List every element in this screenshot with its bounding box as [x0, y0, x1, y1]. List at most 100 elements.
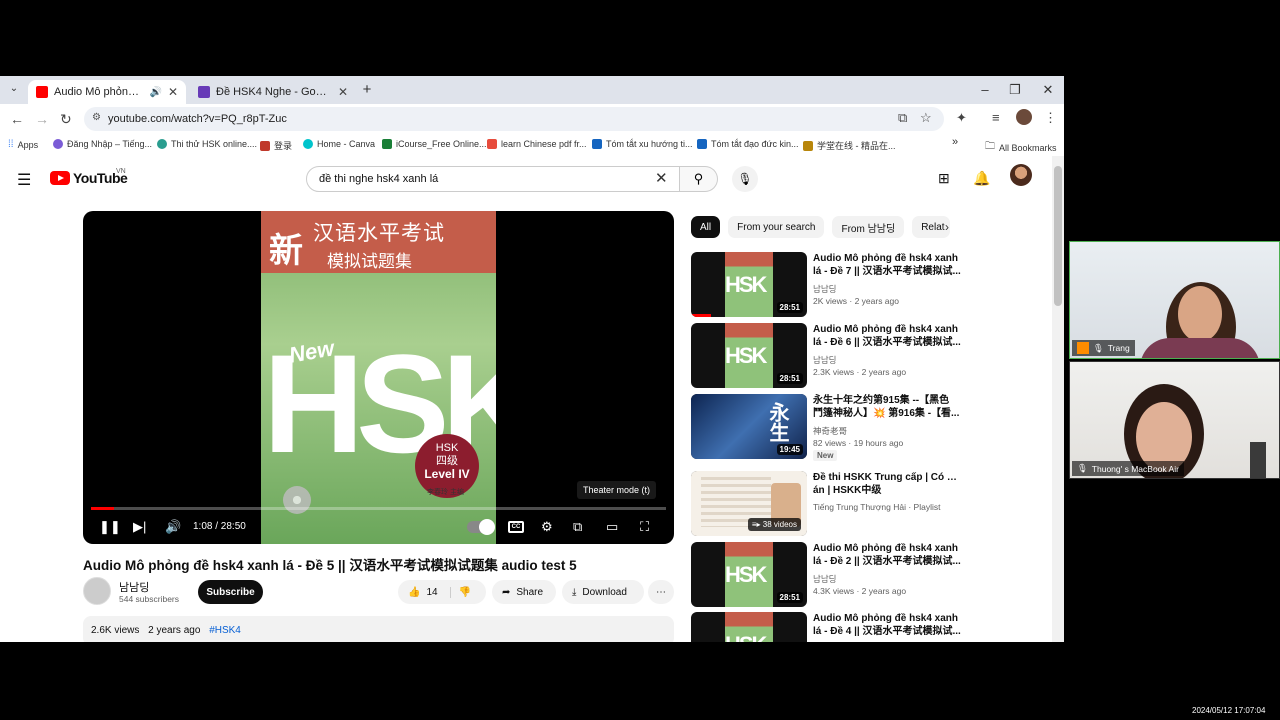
tab-strip: ⌄ Audio Mô phỏng đề hsk4 x 🔊 ✕ Đề HSK4 N… — [0, 76, 1064, 104]
video-title: Audio Mô phỏng đề hsk4 xanh lá - Đề 5 ||… — [83, 558, 577, 573]
close-tab-icon[interactable]: ✕ — [338, 85, 348, 99]
settings-gear-icon[interactable]: ⚙ — [541, 519, 553, 535]
like-icon[interactable]: 👍 — [408, 587, 420, 598]
bookmark-item[interactable]: learn Chinese pdf fr... — [487, 139, 587, 149]
address-bar[interactable]: ⚙ youtube.com/watch?v=PQ_r8pT-Zuc — [84, 107, 944, 131]
recommendation-item[interactable]: 28:51 Audio Mô phỏng đề hsk4 xanhlá - Đề… — [691, 252, 961, 318]
recommendation-title[interactable]: Audio Mô phỏng đề hsk4 xanh lá - Đề 4 || … — [813, 612, 961, 638]
miniplayer-icon[interactable]: ⧉ — [573, 519, 582, 535]
restore-icon[interactable]: ❐ — [1005, 82, 1025, 98]
participant-tile-1[interactable]: 🎙 Trang — [1069, 241, 1280, 359]
recommendation-title[interactable]: Audio Mô phỏng đề hsk4 xanh lá - Đề 6 || … — [813, 323, 961, 349]
bookmark-item[interactable]: 登录 — [260, 139, 292, 152]
bookmark-item[interactable]: Đăng Nhập – Tiếng... — [53, 139, 152, 149]
progress-bar[interactable] — [91, 507, 666, 510]
recommendation-item[interactable]: 28:51 Audio Mô phỏng đề hsk4 xanhlá - Đề… — [691, 542, 961, 608]
recommendation-title[interactable]: Audio Mô phỏng đề hsk4 xanh lá - Đề 2 || … — [813, 542, 961, 568]
recommendation-channel[interactable]: Tiếng Trung Thượng Hải · Playlist — [813, 502, 940, 512]
minimize-icon[interactable]: – — [975, 82, 995, 97]
autoplay-toggle[interactable] — [467, 519, 495, 535]
chip-from-channel[interactable]: From 남남딩 — [832, 216, 905, 238]
chevron-right-icon[interactable]: › — [945, 220, 949, 234]
like-count[interactable]: 14 — [426, 587, 437, 598]
back-icon[interactable]: ← — [10, 111, 24, 127]
bookmark-favicon-icon — [382, 139, 392, 149]
tab-youtube[interactable]: Audio Mô phỏng đề hsk4 x 🔊 ✕ — [28, 80, 186, 104]
new-tab-icon[interactable]: + — [357, 81, 377, 98]
recommendation-channel[interactable]: 남남딩 — [813, 283, 836, 295]
reload-icon[interactable]: ↻ — [60, 111, 72, 128]
close-window-icon[interactable]: ✕ — [1038, 82, 1058, 98]
recommendation-title[interactable]: 永生十年之约第915集 --【黑色 鬥篷神秘人】💥 第916集 -【看... — [813, 394, 961, 420]
chip-from-your-search[interactable]: From your search — [728, 216, 825, 238]
all-bookmarks[interactable]: 🗀 All Bookmarks — [985, 139, 1057, 156]
account-avatar[interactable] — [1010, 164, 1032, 186]
menu-kebab-icon[interactable]: ⋮ — [1044, 110, 1057, 126]
search-button[interactable]: ⚲ — [680, 166, 718, 192]
recommendation-channel[interactable]: 神奇老哥 — [813, 425, 847, 437]
bookmark-star-icon[interactable]: ☆ — [920, 110, 932, 126]
video-thumbnail[interactable]: 19:45 — [691, 394, 807, 459]
recommendation-item[interactable]: Audio Mô phỏng đề hsk4 xanhlá - Đề 4 || … — [691, 612, 961, 642]
fullscreen-icon[interactable]: ⛶ — [640, 519, 649, 535]
notifications-bell-icon[interactable]: 🔔 — [973, 170, 990, 187]
description-box[interactable]: 2.6K views 2 years ago #HSK4 — [83, 616, 674, 642]
scrollbar-thumb[interactable] — [1054, 166, 1062, 306]
video-thumbnail[interactable]: 28:51 — [691, 542, 807, 607]
tab-google-forms[interactable]: Đề HSK4 Nghe - Google Forms ✕ — [190, 80, 356, 104]
channel-avatar[interactable] — [83, 577, 111, 605]
subtitles-icon[interactable]: CC — [508, 521, 524, 533]
channel-name[interactable]: 남남딩 — [119, 579, 149, 595]
playlist-item[interactable]: ≡▸ 38 videos Đề thi HSKK Trung cấp | Có … — [691, 471, 961, 537]
tab-search-icon[interactable]: ⌄ — [4, 83, 24, 94]
share-icon: ➦ — [502, 586, 511, 598]
navigation-bar: ← → ↻ ⚙ youtube.com/watch?v=PQ_r8pT-Zuc … — [0, 104, 1064, 134]
recommendation-item[interactable]: 28:51 Audio Mô phỏng đề hsk4 xanhlá - Đề… — [691, 323, 961, 389]
download-button[interactable]: ⤓ Download — [562, 580, 644, 604]
participant-tile-2[interactable]: 🎙 Thuong' s MacBook Air — [1069, 361, 1280, 479]
search-input[interactable]: đề thi nghe hsk4 xanh lá — [306, 166, 680, 192]
bookmark-item[interactable]: 学堂在线 - 精品在... — [803, 139, 896, 152]
more-actions-button[interactable]: ⋯ — [648, 580, 674, 604]
share-button[interactable]: ➦ Share — [492, 580, 556, 604]
hashtag-link[interactable]: #HSK4 — [209, 625, 241, 636]
bookmark-item[interactable]: iCourse_Free Online... — [382, 139, 487, 149]
bookmark-item[interactable]: Home - Canva — [303, 139, 375, 149]
playlist-thumbnail[interactable]: ≡▸ 38 videos — [691, 471, 807, 536]
voice-search-button[interactable]: 🎙 — [732, 166, 758, 192]
pause-icon[interactable]: ❚❚ — [99, 519, 121, 535]
forward-icon[interactable]: → — [35, 111, 49, 127]
site-info-icon[interactable]: ⚙ — [92, 112, 101, 123]
next-video-icon[interactable]: ▶| — [133, 519, 146, 535]
media-control-icon[interactable]: ≡ — [992, 110, 1000, 125]
create-video-icon[interactable]: ⊞ — [938, 170, 950, 187]
subscribe-button[interactable]: Subscribe — [198, 580, 263, 604]
clear-search-icon[interactable]: ✕ — [655, 169, 668, 187]
page-scrollbar[interactable] — [1052, 156, 1064, 642]
speaker-icon[interactable]: 🔊 — [149, 87, 161, 98]
theater-mode-icon[interactable]: ▭ — [606, 519, 618, 535]
recommendation-title[interactable]: Đề thi HSKK Trung cấp | Có đáp án | HSKK中… — [813, 471, 961, 497]
close-tab-icon[interactable]: ✕ — [168, 85, 178, 99]
chip-all[interactable]: All — [691, 216, 721, 238]
video-thumbnail[interactable]: 28:51 — [691, 252, 807, 317]
volume-icon[interactable]: 🔊 — [165, 519, 181, 535]
install-app-icon[interactable]: ⧉ — [898, 110, 907, 126]
bookmark-item[interactable]: Tóm tắt đạo đức kin... — [697, 139, 799, 149]
video-thumbnail[interactable]: 28:51 — [691, 323, 807, 388]
profile-avatar[interactable] — [1016, 109, 1032, 125]
extensions-icon[interactable]: ✦ — [956, 110, 967, 126]
video-thumbnail[interactable] — [691, 612, 807, 642]
video-player[interactable]: 新 汉语水平考试 模拟试题集 HSK New HSK 四级 Level IV 李… — [83, 211, 674, 544]
bookmark-item[interactable]: Tóm tắt xu hướng ti... — [592, 139, 692, 149]
bookmark-item[interactable]: Thi thử HSK online.... — [157, 139, 257, 149]
hamburger-menu-icon[interactable]: ☰ — [17, 170, 31, 190]
recommendation-item[interactable]: 19:45 永生十年之约第915集 --【黑色鬥篷神秘人】💥 第916集 -【看… — [691, 394, 961, 461]
bookmark-apps[interactable]: ⁞⁞ Apps — [8, 139, 38, 150]
more-bookmarks-icon[interactable]: » — [952, 136, 958, 148]
dislike-icon[interactable]: 👎 — [449, 586, 471, 598]
recommendation-channel[interactable]: 남남딩 — [813, 573, 836, 585]
recommendation-channel[interactable]: 남남딩 — [813, 354, 836, 366]
youtube-logo[interactable]: YouTube VN — [50, 168, 128, 186]
recommendation-title[interactable]: Audio Mô phỏng đề hsk4 xanh lá - Đề 7 || … — [813, 252, 961, 278]
